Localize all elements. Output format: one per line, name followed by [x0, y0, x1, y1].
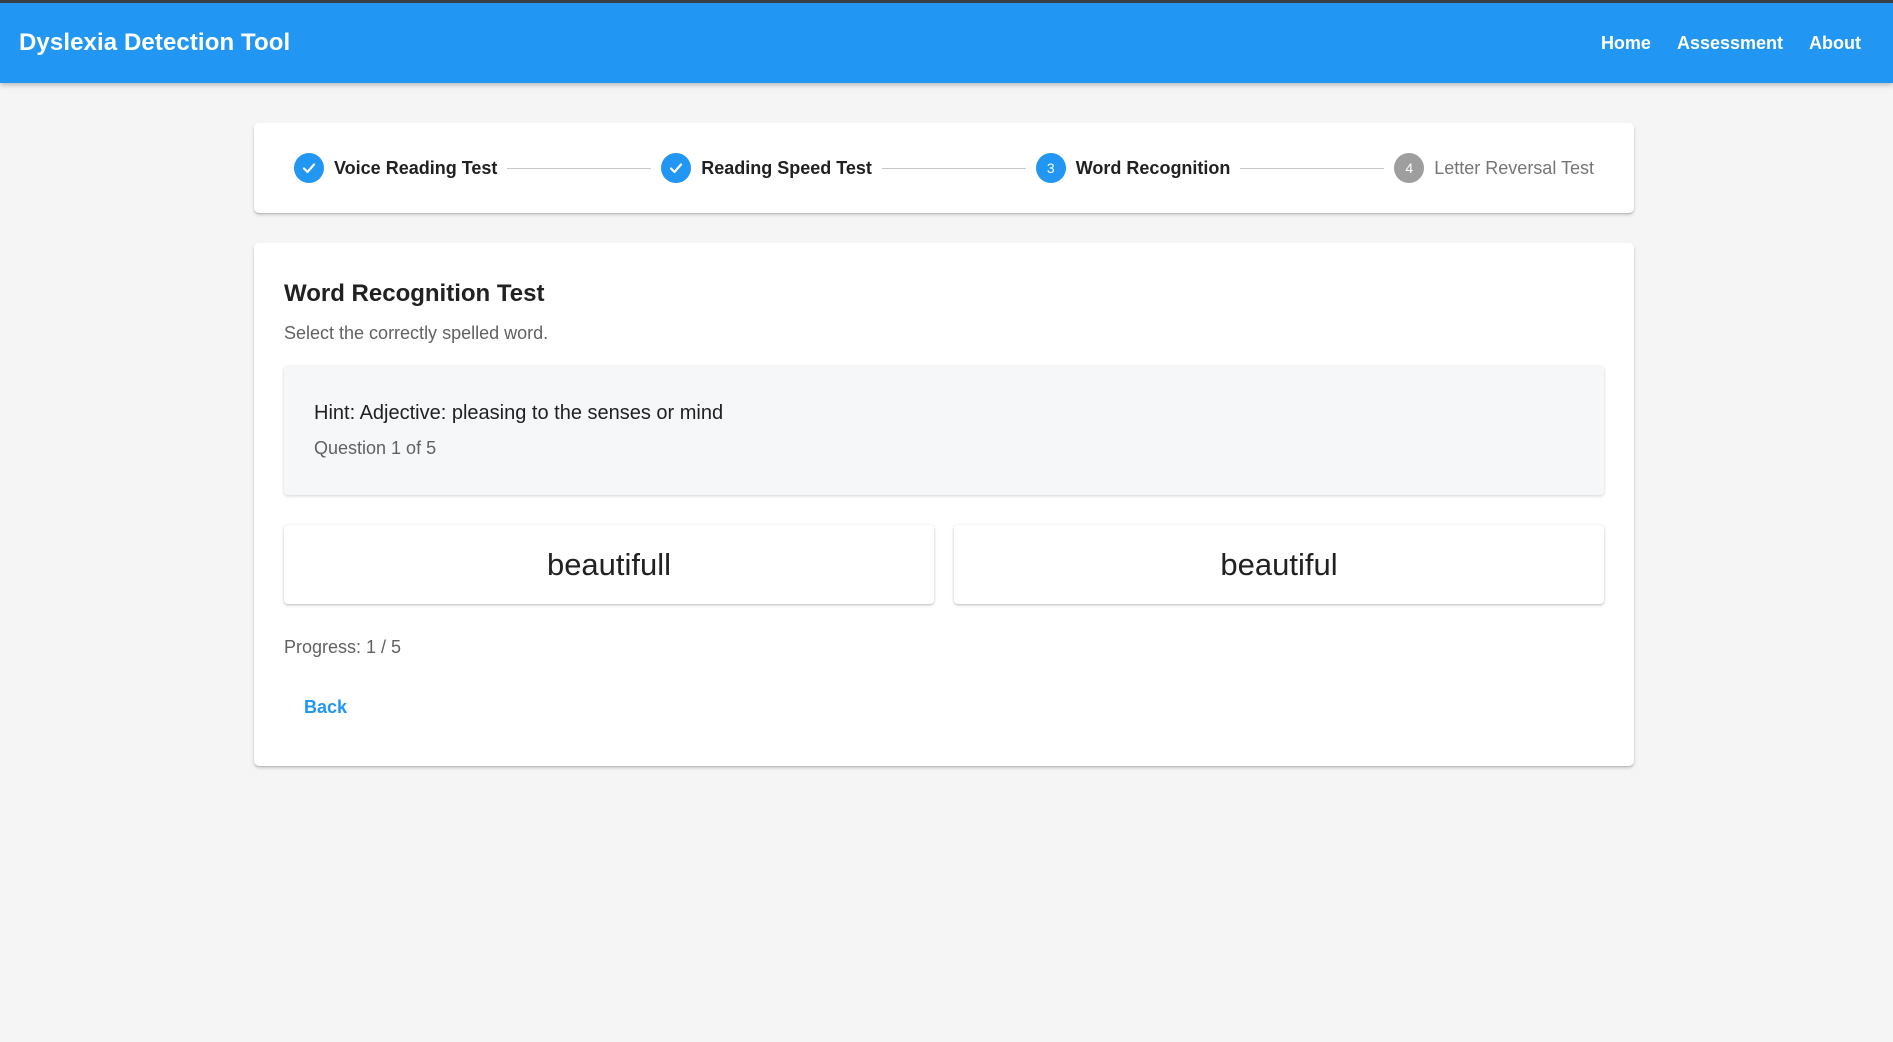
test-card: Word Recognition Test Select the correct… [254, 243, 1634, 766]
nav-home-button[interactable]: Home [1588, 25, 1664, 62]
step-number-badge: 4 [1394, 153, 1425, 183]
step-reading-speed: Reading Speed Test [661, 153, 872, 183]
step-label: Voice Reading Test [334, 157, 498, 178]
nav-about-button[interactable]: About [1796, 25, 1874, 62]
hint-panel: Hint: Adjective: pleasing to the senses … [284, 366, 1604, 495]
test-instruction: Select the correctly spelled word. [284, 323, 549, 343]
progress-text: Progress: 1 / 5 [284, 637, 402, 657]
step-letter-reversal: 4 Letter Reversal Test [1394, 153, 1594, 183]
stepper: Voice Reading Test Reading Speed Test 3 … [294, 123, 1594, 213]
step-number-badge: 3 [1035, 153, 1066, 183]
step-voice-reading: Voice Reading Test [294, 153, 497, 183]
stepper-card: Voice Reading Test Reading Speed Test 3 … [254, 123, 1634, 213]
check-icon [294, 153, 324, 183]
word-option-button[interactable]: beautiful [954, 525, 1604, 604]
top-nav: Home Assessment About [1588, 25, 1874, 62]
step-label: Reading Speed Test [701, 157, 872, 178]
test-title: Word Recognition Test [284, 280, 545, 307]
step-label: Word Recognition [1075, 157, 1231, 178]
step-connector [881, 167, 1026, 169]
question-counter: Question 1 of 5 [314, 438, 437, 458]
nav-assessment-button[interactable]: Assessment [1664, 25, 1796, 62]
word-option-button[interactable]: beautifull [284, 525, 934, 604]
step-label: Letter Reversal Test [1434, 157, 1595, 178]
app-title: Dyslexia Detection Tool [19, 29, 291, 56]
app-bar: Dyslexia Detection Tool Home Assessment … [0, 0, 1893, 83]
step-word-recognition: 3 Word Recognition [1035, 153, 1231, 183]
hint-text: Hint: Adjective: pleasing to the senses … [314, 402, 724, 424]
back-button[interactable]: Back [292, 691, 359, 724]
step-connector [507, 167, 652, 169]
step-connector [1240, 167, 1385, 169]
check-icon [661, 153, 692, 183]
